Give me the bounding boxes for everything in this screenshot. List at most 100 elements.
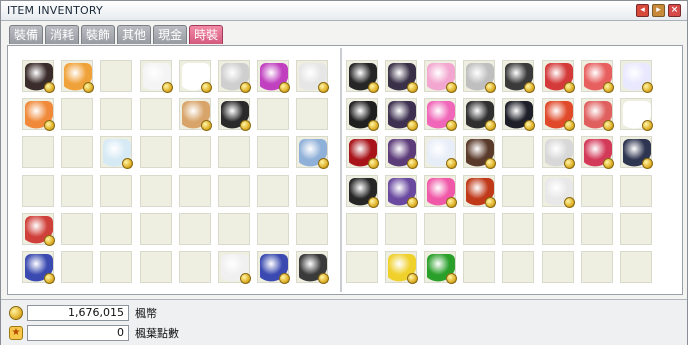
tab-use[interactable]: 消耗 (45, 25, 80, 44)
inventory-slot[interactable] (345, 98, 379, 132)
inventory-slot[interactable] (61, 136, 94, 169)
inventory-slot[interactable] (22, 60, 55, 93)
inventory-slot[interactable] (218, 98, 251, 132)
inventory-slot[interactable] (384, 174, 418, 208)
tab-cash[interactable]: 現金 (153, 25, 188, 44)
inventory-slot[interactable] (463, 136, 497, 170)
inventory-slot[interactable] (424, 98, 457, 132)
inventory-slot[interactable] (257, 98, 290, 131)
inventory-slot[interactable] (620, 136, 653, 170)
inventory-slot[interactable] (384, 212, 417, 245)
inventory-slot[interactable] (22, 174, 54, 207)
inventory-slot[interactable] (139, 251, 172, 283)
inventory-slot[interactable] (541, 136, 575, 170)
inventory-slot[interactable] (580, 136, 614, 170)
tab-fashion[interactable]: 時裝 (189, 25, 224, 44)
inventory-slot[interactable] (178, 251, 211, 283)
inventory-slot[interactable] (22, 212, 55, 246)
inventory-slot[interactable] (502, 251, 535, 283)
inventory-slot[interactable] (345, 136, 379, 170)
inventory-slot[interactable] (541, 174, 575, 208)
inventory-slot[interactable] (463, 212, 496, 245)
inventory-slot[interactable] (61, 98, 94, 131)
inventory-slot[interactable] (502, 174, 535, 207)
inventory-slot[interactable] (541, 251, 574, 283)
inventory-slot[interactable] (384, 60, 418, 93)
inventory-slot[interactable] (218, 60, 251, 93)
inventory-slot[interactable] (218, 174, 250, 207)
inventory-slot[interactable] (100, 98, 133, 131)
inventory-slot[interactable] (178, 136, 211, 169)
tab-etc[interactable]: 其他 (117, 25, 152, 44)
inventory-slot[interactable] (100, 174, 133, 207)
inventory-slot[interactable] (100, 251, 133, 283)
inventory-slot[interactable] (345, 60, 379, 93)
inventory-slot[interactable] (139, 212, 172, 245)
inventory-slot[interactable] (296, 251, 330, 284)
inventory-slot[interactable] (384, 136, 418, 170)
inventory-slot[interactable] (296, 98, 329, 131)
inventory-slot[interactable] (580, 212, 613, 245)
tab-equip[interactable]: 裝備 (9, 25, 44, 44)
inventory-slot[interactable] (296, 212, 329, 245)
inventory-slot[interactable] (541, 60, 575, 93)
inventory-slot[interactable] (502, 136, 535, 169)
inventory-slot[interactable] (620, 251, 652, 283)
prev-icon[interactable]: ◂ (636, 4, 649, 17)
inventory-slot[interactable] (384, 251, 418, 284)
inventory-slot[interactable] (296, 136, 330, 170)
inventory-slot[interactable] (345, 174, 379, 208)
inventory-slot[interactable] (100, 60, 133, 92)
inventory-slot[interactable] (100, 136, 134, 170)
inventory-slot[interactable] (463, 251, 496, 283)
inventory-slot[interactable] (22, 136, 54, 169)
inventory-slot[interactable] (424, 251, 457, 284)
inventory-slot[interactable] (463, 98, 497, 132)
inventory-slot[interactable] (61, 174, 94, 207)
inventory-slot[interactable] (218, 251, 251, 284)
inventory-slot[interactable] (257, 136, 290, 169)
inventory-slot[interactable] (139, 136, 172, 169)
inventory-slot[interactable] (580, 174, 613, 207)
inventory-slot[interactable] (463, 60, 497, 93)
inventory-slot[interactable] (541, 98, 575, 132)
inventory-slot[interactable] (61, 212, 94, 245)
inventory-slot[interactable] (178, 60, 212, 93)
inventory-slot[interactable] (424, 60, 457, 93)
inventory-slot[interactable] (502, 60, 536, 93)
inventory-slot[interactable] (424, 174, 457, 208)
inventory-slot[interactable] (218, 212, 250, 245)
inventory-slot[interactable] (580, 98, 614, 132)
tab-setup[interactable]: 裝飾 (81, 25, 116, 44)
inventory-slot[interactable] (61, 251, 94, 283)
inventory-slot[interactable] (580, 60, 614, 93)
inventory-slot[interactable] (296, 60, 330, 93)
inventory-slot[interactable] (424, 136, 457, 170)
inventory-slot[interactable] (463, 174, 497, 208)
inventory-slot[interactable] (541, 212, 574, 245)
inventory-slot[interactable] (257, 212, 290, 245)
inventory-slot[interactable] (620, 98, 653, 132)
inventory-slot[interactable] (345, 212, 378, 245)
inventory-slot[interactable] (218, 136, 250, 169)
inventory-slot[interactable] (620, 60, 653, 93)
inventory-slot[interactable] (257, 60, 291, 93)
expand-icon[interactable]: ▸ (652, 4, 665, 17)
inventory-slot[interactable] (257, 174, 290, 207)
inventory-slot[interactable] (580, 251, 613, 283)
inventory-slot[interactable] (296, 174, 329, 207)
inventory-slot[interactable] (620, 174, 652, 207)
inventory-slot[interactable] (178, 174, 211, 207)
inventory-slot[interactable] (178, 98, 212, 132)
inventory-slot[interactable] (178, 212, 211, 245)
inventory-slot[interactable] (61, 60, 95, 93)
inventory-slot[interactable] (257, 251, 291, 284)
inventory-slot[interactable] (100, 212, 133, 245)
close-icon[interactable]: × (668, 4, 681, 17)
inventory-slot[interactable] (502, 212, 535, 245)
inventory-slot[interactable] (22, 251, 55, 284)
inventory-slot[interactable] (502, 98, 536, 132)
inventory-slot[interactable] (139, 98, 172, 131)
inventory-slot[interactable] (139, 60, 173, 93)
inventory-slot[interactable] (139, 174, 172, 207)
